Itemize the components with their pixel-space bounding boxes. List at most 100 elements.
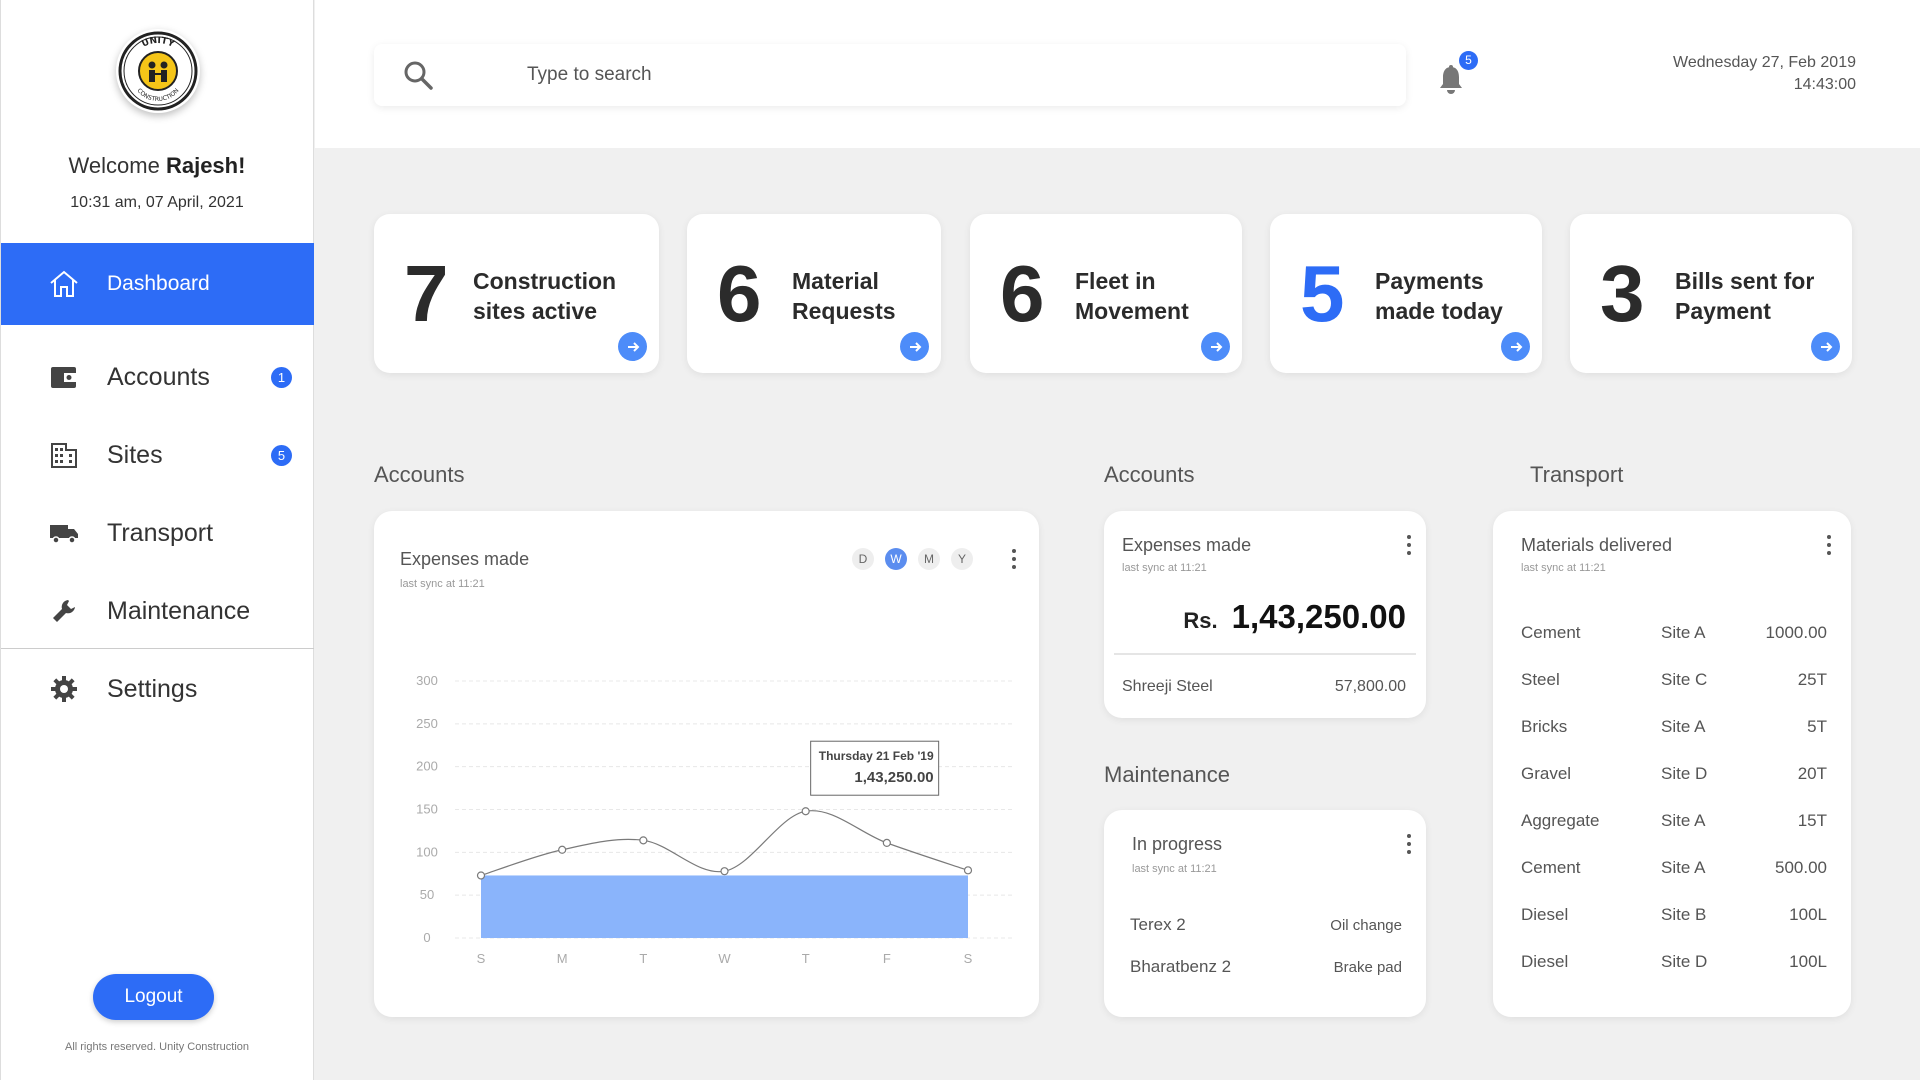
site-name: Site A (1661, 858, 1706, 877)
copyright-text: All rights reserved. Unity Construction (64, 1041, 249, 1053)
range-button-year[interactable]: Y (951, 548, 973, 570)
data-point (476, 871, 486, 880)
arrow-right-icon[interactable] (900, 332, 929, 361)
card-title: Materials delivered (1521, 535, 1673, 555)
maintenance-task: Oil change (1330, 917, 1402, 934)
quantity: 15T (1797, 811, 1827, 830)
data-point (801, 807, 810, 816)
stat-card-payments-today[interactable]: 5 Payments made today (1270, 214, 1542, 373)
vehicle-name: Terex 2 (1130, 915, 1186, 934)
sidebar-item-label: Sites (107, 440, 163, 469)
arrow-right-icon[interactable] (1501, 332, 1530, 361)
expense-area-fill (481, 875, 968, 938)
sidebar-item-dashboard[interactable]: Dashboard (1, 243, 314, 325)
quantity: 100L (1789, 905, 1827, 924)
data-point (639, 836, 648, 845)
card-title: Expenses made (1122, 535, 1252, 555)
sidebar-item-maintenance[interactable]: Maintenance (1, 570, 314, 652)
header-datetime: Wednesday 27, Feb 2019 14:43:00 (1673, 52, 1856, 96)
sidebar: UNITY CONSTRUCTION Welcome Rajesh! 10:31… (0, 0, 314, 1080)
data-point (882, 838, 891, 848)
sidebar-item-sites[interactable]: Sites 5 (1, 414, 314, 496)
x-tick-label: F (883, 951, 891, 966)
data-point (963, 866, 973, 875)
stat-card-bills-sent[interactable]: 3 Bills sent for Payment (1570, 214, 1852, 373)
logout-button[interactable]: Logout (93, 974, 214, 1020)
transport-section-title: Transport (1530, 462, 1624, 487)
site-name: Site C (1661, 670, 1708, 689)
total-expense: Rs. 1,43,250.00 (1183, 598, 1406, 636)
sidebar-item-transport[interactable]: Transport (1, 492, 314, 574)
unity-construction-logo: UNITY CONSTRUCTION (116, 29, 200, 113)
quantity: 1000.00 (1765, 623, 1827, 642)
stat-label-line1: Material (792, 268, 879, 294)
stat-value: 6 (1000, 249, 1045, 338)
accounts-summary-section-title: Accounts (1104, 462, 1195, 487)
stat-label-line2: Movement (1075, 298, 1189, 324)
truck-icon (48, 517, 80, 549)
stat-card-sites-active[interactable]: 7 Construction sites active (374, 214, 659, 373)
stat-label-line2: Payment (1675, 298, 1771, 324)
data-point (558, 845, 567, 854)
more-options-icon[interactable] (1825, 535, 1833, 555)
arrow-right-icon[interactable] (1201, 332, 1230, 361)
notification-bell-icon[interactable] (1438, 64, 1464, 99)
welcome-prefix: Welcome (68, 153, 166, 178)
sidebar-item-label: Maintenance (107, 596, 251, 625)
y-tick-label: 150 (416, 802, 438, 817)
stat-label-line2: Requests (792, 298, 896, 324)
stat-card-fleet-movement[interactable]: 6 Fleet in Movement (970, 214, 1242, 373)
search-icon[interactable] (402, 59, 434, 96)
expenses-summary-card: Expenses made last sync at 11:21 Rs. 1,43… (1104, 511, 1426, 718)
range-button-day[interactable]: D (852, 548, 874, 570)
more-options-icon[interactable] (1405, 834, 1413, 854)
stat-card-material-requests[interactable]: 6 Material Requests (687, 214, 941, 373)
card-title: In progress (1132, 834, 1223, 854)
material-name: Gravel (1521, 764, 1572, 783)
tooltip-date: Thursday 21 Feb '19 (819, 749, 934, 763)
vendor-name: Shreeji Steel (1122, 678, 1213, 695)
welcome-datetime: 10:31 am, 07 April, 2021 (70, 194, 244, 211)
stat-value: 3 (1600, 249, 1645, 338)
material-name: Cement (1521, 858, 1581, 877)
expenses-line-chart: 0 50 100 150 200 250 300 S M T W T F S Thursday 21 Feb… (416, 673, 1012, 966)
accounts-count-badge: 1 (271, 366, 292, 388)
arrow-right-icon[interactable] (1811, 332, 1840, 361)
range-button-month[interactable]: M (918, 548, 940, 570)
gear-icon (48, 673, 80, 705)
y-tick-label: 50 (420, 887, 434, 902)
material-name: Steel (1521, 670, 1560, 689)
x-tick-label: T (802, 951, 810, 966)
range-button-week[interactable]: W (885, 548, 907, 570)
sidebar-item-accounts[interactable]: Accounts 1 (1, 336, 314, 418)
site-name: Site A (1661, 623, 1706, 642)
sidebar-item-label: Transport (107, 518, 214, 547)
last-sync-text: last sync at 11:21 (1132, 863, 1217, 875)
stat-label-line1: Payments (1375, 268, 1484, 294)
maintenance-section-title: Maintenance (1104, 762, 1230, 787)
x-tick-label: S (964, 951, 973, 966)
sidebar-item-settings[interactable]: Settings (1, 648, 314, 730)
card-title: Expenses made (400, 549, 530, 569)
maintenance-task: Brake pad (1333, 959, 1402, 976)
quantity: 20T (1797, 764, 1827, 783)
stat-label-line2: sites active (473, 298, 598, 324)
site-name: Site B (1661, 905, 1707, 924)
y-tick-label: 200 (416, 759, 438, 774)
search-input[interactable] (527, 61, 1327, 89)
arrow-right-icon[interactable] (618, 332, 647, 361)
stat-label: Fleet in Movement (1075, 266, 1189, 326)
quantity: 500.00 (1775, 858, 1827, 877)
data-point (720, 867, 729, 876)
user-name: Rajesh! (165, 153, 246, 178)
search-bar[interactable] (374, 44, 1406, 106)
y-tick-label: 300 (416, 673, 438, 688)
accounts-section-title: Accounts (374, 462, 465, 487)
site-name: Site A (1661, 717, 1706, 736)
stat-value: 7 (404, 249, 449, 338)
stat-value: 5 (1300, 249, 1345, 338)
y-tick-label: 100 (416, 844, 438, 859)
more-options-icon[interactable] (1405, 535, 1413, 555)
more-options-icon[interactable] (1010, 549, 1018, 569)
stat-label-line1: Bills sent for (1675, 268, 1815, 294)
